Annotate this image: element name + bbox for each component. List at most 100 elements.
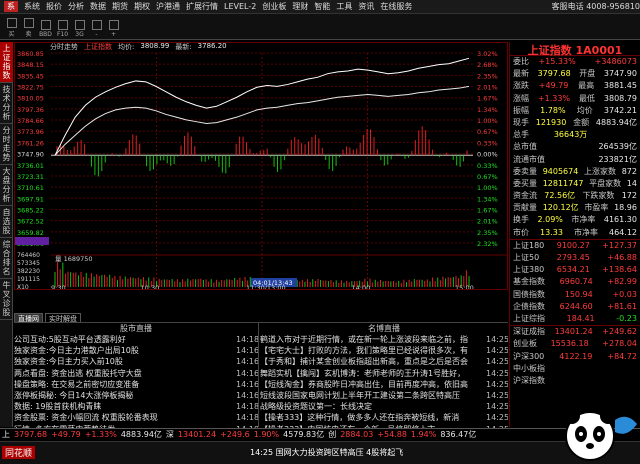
toolbar-button[interactable]: +: [106, 16, 121, 38]
side-tab[interactable]: 牛叉诊股: [0, 279, 13, 320]
toolbar-button[interactable]: 买: [4, 16, 19, 38]
news-item[interactable]: 舞蹈实机【擒闯】玄机博涛：老师老师的王升涛1号胜好， 14:25: [260, 368, 508, 379]
extra-index-change: +84.72: [607, 351, 637, 361]
news-item[interactable]: 【宅宅大士】打败的方法，我们策略里已经说得很多次，有 14:25: [260, 345, 508, 356]
index-row[interactable]: 上证180 9100.27 +127.37: [510, 240, 640, 252]
tool-icon: [74, 19, 85, 30]
index-value: 6960.74: [559, 277, 593, 287]
side-tab[interactable]: 大盘分析: [0, 165, 13, 206]
index-change: -0.23: [616, 313, 637, 323]
index-row[interactable]: 基金指数 6960.74 +82.99: [510, 276, 640, 288]
quote-value-2: 18.96: [614, 203, 637, 213]
news-item[interactable]: 【于秀和】捕计某金创业板指超出新高，重点是之后是否会 14:25: [260, 356, 508, 367]
index-row[interactable]: 上证50 2793.45 +46.88: [510, 252, 640, 264]
news-item[interactable]: 鹤道入市对于近期行情，或在新一轮上涨波段来临之前，指 14:25: [260, 334, 508, 345]
toolbar-button[interactable]: BBD: [38, 16, 53, 38]
quote-row: 委卖量 9405674 上涨家数 872: [510, 166, 640, 178]
menu-item[interactable]: 扩展行情: [186, 1, 218, 12]
quote-value: 3797.68: [537, 69, 571, 79]
quote-value-2: 233821亿: [598, 154, 637, 164]
news-text: 操盘策略: 在交易之前密切应变准备: [14, 379, 140, 389]
menu-item[interactable]: 系统: [24, 1, 40, 12]
news-item[interactable]: 涨停板揭秘: 今日14大涨停板揭秘 14:16: [14, 390, 258, 401]
quote-row: 现手 121930 金额 4883.94亿: [510, 117, 640, 129]
status-item: 3797.68: [14, 430, 48, 439]
quote-value-2: 3742.21: [603, 105, 637, 115]
extra-index-change: +278.04: [602, 339, 637, 349]
status-item: 13401.24: [177, 430, 217, 439]
news-text: 涨停板揭秘: 今日14大涨停板揭秘: [14, 390, 134, 400]
y-tick-label: 3822.75: [17, 84, 44, 92]
quote-row: 涨跌 +49.79 最高 3881.45: [510, 80, 640, 92]
news-item[interactable]: 资金股票: 资金小幅回流 权重股轮番表现 14:18: [14, 412, 258, 423]
quote-value-2: 3808.79: [603, 93, 637, 103]
index-value: 9100.27: [556, 240, 590, 250]
quote-label: 委卖量: [513, 166, 537, 176]
extra-index-row[interactable]: 中小板指: [510, 363, 640, 375]
news-item[interactable]: 操盘策略: 在交易之前密切应变准备 14:16: [14, 379, 258, 390]
index-value: 184.41: [566, 313, 595, 323]
toolbar-button[interactable]: F10: [55, 16, 70, 38]
menu-item[interactable]: 沪港通: [156, 1, 180, 12]
side-tab[interactable]: 分时走势: [0, 124, 13, 165]
extra-index-row[interactable]: 深证成指 13401.24 +249.62: [510, 326, 640, 338]
quote-value: 9405674: [542, 166, 579, 176]
quote-row: 市价 13.33 市净率 464.12: [510, 227, 640, 239]
extra-index-row[interactable]: 沪深300 4122.19 +84.72: [510, 351, 640, 363]
y-pct-label: 2.35%: [477, 72, 498, 80]
news-item[interactable]: 两点看盘: 资金出逃 权重股托守大盘 14:16: [14, 368, 258, 379]
menu-item[interactable]: 期货: [112, 1, 128, 12]
menu-item[interactable]: 资讯: [358, 1, 374, 12]
menu-item[interactable]: 期权: [134, 1, 150, 12]
quote-label: 振幅: [513, 105, 529, 115]
chart-header: 分时走势 上证指数 均价: 3808.99 最新: 3786.20: [14, 42, 508, 52]
y-pct-label: 1.34%: [477, 195, 498, 203]
tool-label: +: [110, 30, 117, 38]
side-tab[interactable]: 技术分析: [0, 83, 13, 124]
quote-value: 2.09%: [537, 215, 563, 225]
index-row[interactable]: 国债指数 150.94 +0.03: [510, 289, 640, 301]
index-change: +138.64: [602, 265, 637, 275]
quote-value-2: 3881.45: [603, 81, 637, 91]
quote-label-2: 市净率: [573, 227, 598, 237]
index-change: +127.37: [602, 240, 637, 250]
index-value: 150.94: [564, 289, 593, 299]
news-text: 舞蹈实机【擒闯】玄机博涛：老师老师的王升涛1号胜好，: [260, 368, 466, 378]
menu-item[interactable]: LEVEL-2: [224, 2, 256, 11]
menu-item[interactable]: 智能: [314, 1, 330, 12]
quote-label-2: 金额: [573, 117, 590, 127]
news-item[interactable]: 数据: 19股首获机构青睐 14:18: [14, 401, 258, 412]
news-item[interactable]: 独家资金:今日主力港散户出局10股 14:16: [14, 345, 258, 356]
menu-item[interactable]: 分析: [68, 1, 84, 12]
quote-label: 贡献量: [513, 203, 537, 213]
quote-label-2: 均价: [576, 105, 593, 115]
menu-item[interactable]: 理财: [292, 1, 308, 12]
quote-value-2: 14: [626, 178, 637, 188]
news-time: 14:18: [236, 335, 258, 344]
news-item[interactable]: 公司互动:5股互动平台透露利好 14:18: [14, 334, 258, 345]
news-item[interactable]: 独家资金:今日主力买入前10股 14:16: [14, 356, 258, 367]
tool-icon: [40, 19, 51, 30]
status-item: +249.6: [220, 430, 250, 439]
extra-index-row[interactable]: 沪深指数: [510, 375, 640, 387]
toolbar-button[interactable]: 3G: [72, 16, 87, 38]
status-item: 1.94%: [410, 430, 437, 439]
menu-item[interactable]: 创业板: [262, 1, 286, 12]
news-item[interactable]: 【短线淘金】券商股昨日冲高出住，目前再度冲高，依旧高 14:25: [260, 379, 508, 390]
side-tab[interactable]: 自选股: [0, 206, 13, 238]
news-ticker[interactable]: 14:25 国网大力投资跨区特高压 4股将起飞: [250, 447, 403, 458]
y-tick-label: 3784.66: [17, 117, 44, 125]
toolbar-button[interactable]: 卖: [21, 16, 36, 38]
extra-index-row[interactable]: 创业板 15536.18 +278.04: [510, 338, 640, 350]
menu-item[interactable]: 工具: [336, 1, 352, 12]
y-pct-label: 1.00%: [477, 184, 498, 192]
index-row[interactable]: 上证综指 184.41 -0.23: [510, 313, 640, 325]
menu-item[interactable]: 报价: [46, 1, 62, 12]
side-tab[interactable]: 上证指数: [0, 42, 13, 83]
side-tab[interactable]: 综合排名: [0, 238, 13, 279]
index-row[interactable]: 企债指数 6244.60 +81.61: [510, 301, 640, 313]
menu-item[interactable]: 在线服务: [380, 1, 412, 12]
menu-item[interactable]: 数据: [90, 1, 106, 12]
toolbar-button[interactable]: -: [89, 16, 104, 38]
index-row[interactable]: 上证380 6534.21 +138.64: [510, 264, 640, 276]
